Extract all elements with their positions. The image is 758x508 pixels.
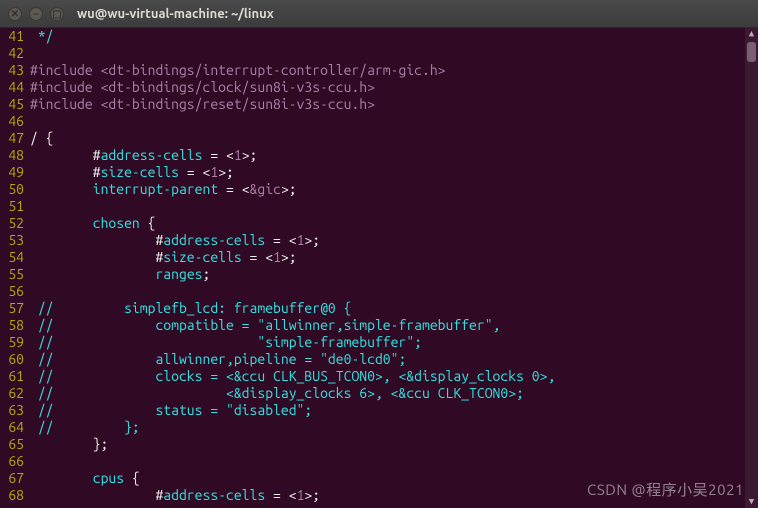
code-line[interactable]: #address-cells = <1>;: [30, 147, 752, 164]
line-number: 59: [4, 334, 24, 351]
code-line[interactable]: #size-cells = <1>;: [30, 164, 752, 181]
line-number: 42: [4, 45, 24, 62]
line-number: 62: [4, 385, 24, 402]
code-line[interactable]: // clocks = <&ccu CLK_BUS_TCON0>, <&disp…: [30, 368, 752, 385]
line-number: 65: [4, 436, 24, 453]
line-number: 54: [4, 249, 24, 266]
maximize-icon[interactable]: ▢: [50, 7, 64, 21]
scroll-down-icon[interactable]: ▼: [745, 496, 758, 508]
code-line[interactable]: [30, 453, 752, 470]
line-number: 52: [4, 215, 24, 232]
line-number: 57: [4, 300, 24, 317]
line-number: 50: [4, 181, 24, 198]
line-number: 66: [4, 453, 24, 470]
line-number: 45: [4, 96, 24, 113]
code-line[interactable]: / {: [30, 130, 752, 147]
code-line[interactable]: #size-cells = <1>;: [30, 249, 752, 266]
code-line[interactable]: };: [30, 436, 752, 453]
code-line[interactable]: // };: [30, 419, 752, 436]
code-line[interactable]: #include <dt-bindings/clock/sun8i-v3s-cc…: [30, 79, 752, 96]
scrollbar-thumb[interactable]: [747, 42, 756, 62]
close-icon[interactable]: ✕: [8, 7, 22, 21]
minimize-icon[interactable]: −: [29, 7, 43, 21]
line-number: 61: [4, 368, 24, 385]
code-line[interactable]: // "simple-framebuffer";: [30, 334, 752, 351]
line-number: 60: [4, 351, 24, 368]
line-number: 51: [4, 198, 24, 215]
code-line[interactable]: chosen {: [30, 215, 752, 232]
line-number: 48: [4, 147, 24, 164]
line-number: 55: [4, 266, 24, 283]
code-line[interactable]: [30, 198, 752, 215]
code-line[interactable]: #include <dt-bindings/reset/sun8i-v3s-cc…: [30, 96, 752, 113]
scroll-up-icon[interactable]: ▲: [745, 28, 758, 40]
code-line[interactable]: // allwinner,pipeline = "de0-lcd0";: [30, 351, 752, 368]
line-number: 56: [4, 283, 24, 300]
code-line[interactable]: [30, 283, 752, 300]
line-number: 53: [4, 232, 24, 249]
code-line[interactable]: // simplefb_lcd: framebuffer@0 {: [30, 300, 752, 317]
code-content[interactable]: */ #include <dt-bindings/interrupt-contr…: [30, 28, 758, 508]
line-number: 63: [4, 402, 24, 419]
watermark-text: CSDN @程序小吴2021: [587, 479, 744, 500]
code-line[interactable]: [30, 113, 752, 130]
code-line[interactable]: // <&display_clocks 6>, <&ccu CLK_TCON0>…: [30, 385, 752, 402]
line-number: 41: [4, 28, 24, 45]
line-number: 68: [4, 487, 24, 504]
vertical-scrollbar[interactable]: ▲ ▼: [745, 28, 758, 508]
line-number: 67: [4, 470, 24, 487]
line-number: 64: [4, 419, 24, 436]
code-line[interactable]: [30, 45, 752, 62]
editor-area: 4142434445464748495051525354555657585960…: [0, 28, 758, 508]
code-line[interactable]: interrupt-parent = <&gic>;: [30, 181, 752, 198]
window-titlebar: ✕ − ▢ wu@wu-virtual-machine: ~/linux: [0, 0, 758, 28]
code-line[interactable]: // status = "disabled";: [30, 402, 752, 419]
code-line[interactable]: #include <dt-bindings/interrupt-controll…: [30, 62, 752, 79]
line-number: 44: [4, 79, 24, 96]
window-title: wu@wu-virtual-machine: ~/linux: [77, 7, 274, 21]
code-line[interactable]: // compatible = "allwinner,simple-frameb…: [30, 317, 752, 334]
code-line[interactable]: ranges;: [30, 266, 752, 283]
code-line[interactable]: #address-cells = <1>;: [30, 232, 752, 249]
line-number: 46: [4, 113, 24, 130]
code-line[interactable]: */: [30, 28, 752, 45]
line-number: 47: [4, 130, 24, 147]
line-number: 49: [4, 164, 24, 181]
line-number: 58: [4, 317, 24, 334]
line-number-gutter: 4142434445464748495051525354555657585960…: [0, 28, 30, 508]
line-number: 43: [4, 62, 24, 79]
